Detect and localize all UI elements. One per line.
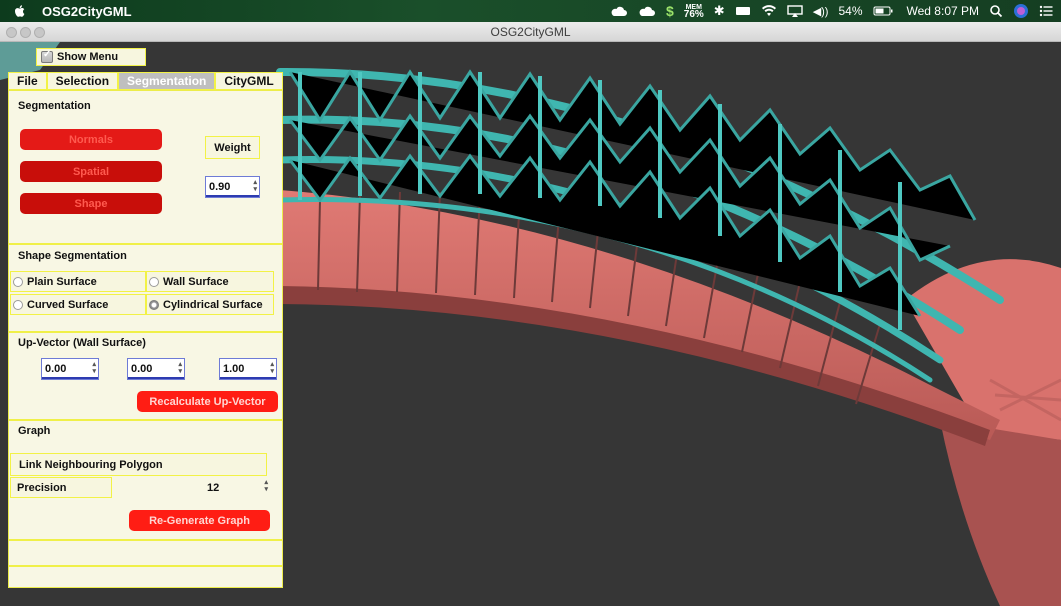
radio-unchecked-icon[interactable]: [13, 299, 23, 310]
up-vector-title: Up-Vector (Wall Surface): [18, 337, 146, 349]
up-vector-x-value: 0.00: [45, 363, 67, 375]
volume-icon[interactable]: ◀)): [813, 5, 829, 18]
curved-surface-radio[interactable]: Curved Surface: [10, 294, 146, 315]
menu-tabs: File Selection Segmentation CityGML: [8, 72, 283, 90]
siri-icon[interactable]: [1013, 3, 1029, 19]
window-titlebar: OSG2CityGML: [0, 22, 1061, 42]
up-vector-z-value: 1.00: [223, 363, 245, 375]
menubar-app-name[interactable]: OSG2CityGML: [42, 4, 132, 19]
notification-center-icon[interactable]: [1039, 5, 1053, 17]
radio-unchecked-icon[interactable]: [149, 276, 159, 287]
radio-checked-icon[interactable]: [149, 299, 159, 310]
weight-stepper-icon[interactable]: [253, 179, 257, 193]
tab-citygml[interactable]: CityGML: [215, 72, 283, 90]
spatial-button[interactable]: Spatial: [20, 161, 162, 182]
section-divider: [9, 331, 282, 333]
precision-spinbox[interactable]: 12: [204, 477, 270, 498]
section-divider: [9, 243, 282, 245]
up-vector-x-spinbox[interactable]: 0.00: [41, 358, 99, 380]
segmentation-title: Segmentation: [18, 100, 91, 112]
system-menubar: OSG2CityGML $ MEM 76% ✱ ◀)) 54% Wed 8:07 …: [0, 0, 1061, 22]
link-neighbouring-polygon-label[interactable]: Link Neighbouring Polygon: [10, 453, 267, 476]
plain-surface-radio[interactable]: Plain Surface: [10, 271, 146, 292]
window-title: OSG2CityGML: [490, 25, 571, 39]
normals-button[interactable]: Normals: [20, 129, 162, 150]
section-divider: [9, 419, 282, 421]
apple-icon[interactable]: [12, 3, 28, 19]
up-vector-z-spinbox[interactable]: 1.00: [219, 358, 277, 380]
weight-value: 0.90: [209, 181, 231, 193]
segmentation-panel: Segmentation Normals Spatial Shape Weigh…: [8, 90, 283, 588]
shape-button[interactable]: Shape: [20, 193, 162, 214]
battery-percent: 54%: [838, 4, 863, 18]
bluetooth-icon[interactable]: ✱: [714, 3, 725, 19]
up-vector-y-value: 0.00: [131, 363, 153, 375]
shape-segmentation-title: Shape Segmentation: [18, 250, 127, 262]
weight-label: Weight: [205, 136, 260, 159]
show-menu-label: Show Menu: [57, 51, 119, 63]
regenerate-graph-button[interactable]: Re-Generate Graph: [129, 510, 270, 531]
section-divider: [9, 539, 282, 541]
cloud-sync-icon[interactable]: [638, 5, 656, 17]
tab-file[interactable]: File: [8, 72, 47, 90]
stepper-icon[interactable]: [264, 479, 268, 493]
tab-selection[interactable]: Selection: [46, 72, 119, 90]
spotlight-search-icon[interactable]: [989, 4, 1003, 18]
checkbox-checked-icon[interactable]: [41, 49, 53, 63]
precision-value: 12: [207, 481, 220, 494]
cloud-icon[interactable]: [610, 5, 628, 17]
graph-title: Graph: [18, 425, 51, 437]
cylindrical-surface-radio[interactable]: Cylindrical Surface: [146, 294, 274, 315]
cylindrical-surface-label: Cylindrical Surface: [163, 298, 263, 311]
plain-surface-label: Plain Surface: [27, 275, 97, 288]
recalculate-up-vector-button[interactable]: Recalculate Up-Vector: [137, 391, 278, 412]
wall-surface-radio[interactable]: Wall Surface: [146, 271, 274, 292]
up-vector-y-spinbox[interactable]: 0.00: [127, 358, 185, 380]
battery-icon[interactable]: [873, 5, 893, 17]
clock[interactable]: Wed 8:07 PM: [907, 4, 979, 18]
status-area: $ MEM 76% ✱ ◀)) 54% Wed 8:07 PM: [610, 0, 1053, 22]
tab-segmentation[interactable]: Segmentation: [118, 72, 216, 90]
show-menu-checkbox[interactable]: Show Menu: [36, 48, 146, 66]
keyboard-icon[interactable]: [735, 5, 751, 17]
weight-spinbox[interactable]: 0.90: [205, 176, 260, 198]
stepper-icon[interactable]: [92, 361, 96, 375]
radio-unchecked-icon[interactable]: [13, 276, 23, 287]
section-divider: [9, 565, 282, 567]
airplay-icon[interactable]: [786, 5, 803, 17]
precision-label: Precision: [10, 477, 112, 498]
curved-surface-label: Curved Surface: [27, 298, 109, 311]
mem-value: 76%: [683, 8, 704, 20]
stepper-icon[interactable]: [178, 361, 182, 375]
stepper-icon[interactable]: [270, 361, 274, 375]
memory-monitor[interactable]: MEM 76%: [683, 4, 704, 20]
dollar-leaf-icon[interactable]: $: [666, 3, 674, 19]
wall-surface-label: Wall Surface: [163, 275, 229, 288]
wifi-icon[interactable]: [761, 5, 777, 17]
